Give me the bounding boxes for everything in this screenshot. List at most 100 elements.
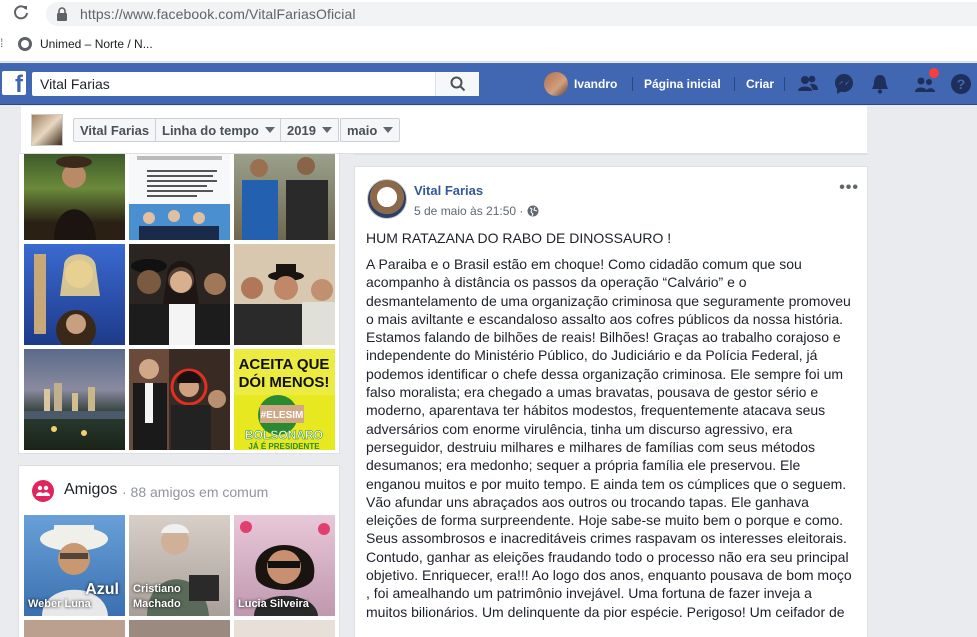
chevron-down-icon [383, 127, 394, 133]
post-body-line: acompanho à distância os passos da opera… [366, 274, 747, 291]
post-body-line: , foi amealhando um patrimônio invejável… [366, 585, 812, 602]
chevron-down-icon [264, 127, 275, 133]
avatar[interactable] [367, 179, 407, 219]
nav-divider [632, 77, 633, 91]
bookmark-unimed[interactable]: Unimed – Norte / N... [18, 37, 153, 51]
photo-protest-sign-icon: ACEITA QUE DÓI MENOS! #ELESIM BOLSONARO … [234, 349, 335, 450]
photo-tile[interactable]: ACEITA QUE DÓI MENOS! #ELESIM BOLSONARO … [234, 349, 335, 450]
timeline-sticky-bar: Vital Farias Linha do tempo 2019 maio [21, 106, 867, 154]
sign-line: DÓI MENOS! [239, 373, 330, 391]
timeline-post: Vital Farias 5 de maio às 21:50 · ••• HU… [354, 166, 868, 637]
facebook-header: f Ivandro Página inicial Criar ? [0, 63, 977, 105]
post-body-line: eleições de forma surpreendente. Hoje sa… [366, 512, 844, 529]
notifications-bell-icon[interactable] [869, 73, 891, 95]
search-icon [450, 76, 465, 92]
search-box [32, 72, 479, 96]
photo-tile[interactable] [24, 244, 125, 345]
post-body-line: adversários com enorme virulência, tinha… [366, 420, 793, 437]
post-body-line: Estamos falando de bilhões de reais! Bil… [366, 329, 841, 346]
lock-icon [57, 7, 67, 21]
post-body-line: perseguidor, destruiu milhares e milhare… [366, 438, 815, 455]
post-body-line: A Paraiba e o Brasil estão em choque! Co… [366, 256, 802, 272]
month-dropdown[interactable]: maio [340, 118, 401, 142]
post-body-line: enganou muitos e por muito tempo. E aind… [366, 475, 847, 492]
photo-group-hats-icon [234, 264, 335, 345]
post-meta: 5 de maio às 21:50 · [414, 204, 539, 218]
profile-thumbnail[interactable] [31, 114, 63, 146]
friend-tile[interactable] [129, 620, 230, 637]
photo-guitar-man-icon [54, 156, 96, 240]
month-label: maio [347, 122, 378, 138]
profile-link[interactable]: Ivandro [544, 72, 618, 96]
friend-tile[interactable]: Cristiano Machado [129, 515, 230, 616]
friend-tile[interactable] [234, 620, 335, 637]
globe-icon [18, 37, 32, 51]
browser-address-bar: https://www.facebook.com/VitalFariasOfic… [0, 0, 977, 28]
search-button[interactable] [435, 72, 479, 96]
public-globe-icon [527, 205, 539, 217]
photo-text-post-icon [129, 156, 230, 240]
sign-line: ACEITA QUE [239, 356, 330, 373]
post-body-line: muitos bilionários. Um delinquente da pi… [366, 603, 845, 620]
bookmark-label: Unimed – Norte / N... [40, 37, 153, 51]
friend-tile[interactable] [24, 620, 125, 637]
post-body: A Paraiba e o Brasil estão em choque! Co… [366, 255, 861, 621]
friend-name: Lucia Silveira [238, 598, 309, 610]
bookmarks-bar: ⁞ Unimed – Norte / N... [0, 28, 977, 62]
post-timestamp-link[interactable]: 5 de maio às 21:50 · [414, 204, 523, 218]
photo-tile[interactable] [129, 154, 230, 240]
friend-name: Cristiano Machado [133, 583, 181, 610]
post-body-line: desmantelamento de uma organização crimi… [366, 292, 851, 309]
avatar [544, 72, 568, 96]
photo-tile[interactable] [234, 154, 335, 240]
home-link[interactable]: Página inicial [644, 77, 721, 91]
bookmarks-overflow-icon[interactable]: ⁞ [0, 36, 3, 50]
photo-three-people-icon [129, 259, 230, 345]
url-field[interactable]: https://www.facebook.com/VitalFariasOfic… [46, 2, 977, 26]
photo-guitar-woman-icon [34, 254, 100, 345]
profile-name-label: Vital Farias [80, 122, 150, 138]
photo-tile[interactable] [129, 349, 230, 450]
svg-text:?: ? [957, 76, 966, 92]
friends-title-link[interactable]: Amigos [64, 481, 117, 499]
notification-badge [929, 68, 939, 78]
post-body-line: moderno, aparentava ter hábitos modestos… [366, 402, 826, 419]
sign-line: #ELESIM [261, 410, 304, 421]
friend-tile[interactable]: Lucia Silveira [234, 515, 335, 616]
post-body-line: Vão afundar uns abraçados aos outros ou … [366, 493, 809, 510]
post-body-line: o mais aviltante e escandaloso assalto a… [366, 310, 844, 327]
reload-icon[interactable] [12, 4, 30, 22]
section-label: Linha do tempo [162, 122, 259, 138]
search-input[interactable] [32, 72, 432, 96]
divider [354, 154, 868, 155]
friend-requests-icon[interactable] [797, 73, 819, 95]
friends-icon [32, 480, 54, 502]
section-dropdown[interactable]: Linha do tempo [155, 118, 282, 142]
post-headline: HUM RATAZANA DO RABO DE DINOSSAURO ! [366, 230, 672, 246]
url-text: https://www.facebook.com/VitalFariasOfic… [80, 6, 356, 22]
messenger-icon[interactable] [833, 73, 855, 95]
photo-tile[interactable] [234, 244, 335, 345]
friend-name: Weber Luna [28, 598, 91, 610]
photo-tile[interactable] [24, 349, 125, 450]
friend-tile[interactable]: Azul Weber Luna [24, 515, 125, 616]
post-body-line: podemos identificar o chefe dessa organi… [366, 365, 844, 382]
post-body-line: independente do Ministério Público, do J… [366, 347, 818, 364]
create-link[interactable]: Criar [746, 77, 774, 91]
post-body-line: desumanos; era medonho; sequer a própria… [366, 457, 801, 474]
year-dropdown[interactable]: 2019 [280, 118, 339, 142]
photo-city-night-icon [24, 383, 125, 436]
more-options-icon[interactable]: ••• [839, 179, 859, 197]
photo-circled-person-icon [129, 349, 226, 450]
post-author-link[interactable]: Vital Farias [414, 183, 483, 198]
mutual-friends-count: · 88 amigos em comum [122, 484, 269, 500]
year-label: 2019 [287, 122, 316, 138]
photo-tile[interactable] [129, 244, 230, 345]
help-icon[interactable]: ? [950, 73, 972, 95]
profile-name-button[interactable]: Vital Farias [73, 118, 157, 142]
user-name: Ivandro [574, 77, 618, 91]
photo-tile[interactable] [24, 154, 125, 240]
post-body-line: falso moralista; era chegado a umas brav… [366, 384, 819, 401]
photos-grid: ACEITA QUE DÓI MENOS! #ELESIM BOLSONARO … [18, 154, 340, 454]
facebook-logo-icon[interactable]: f [2, 71, 26, 95]
